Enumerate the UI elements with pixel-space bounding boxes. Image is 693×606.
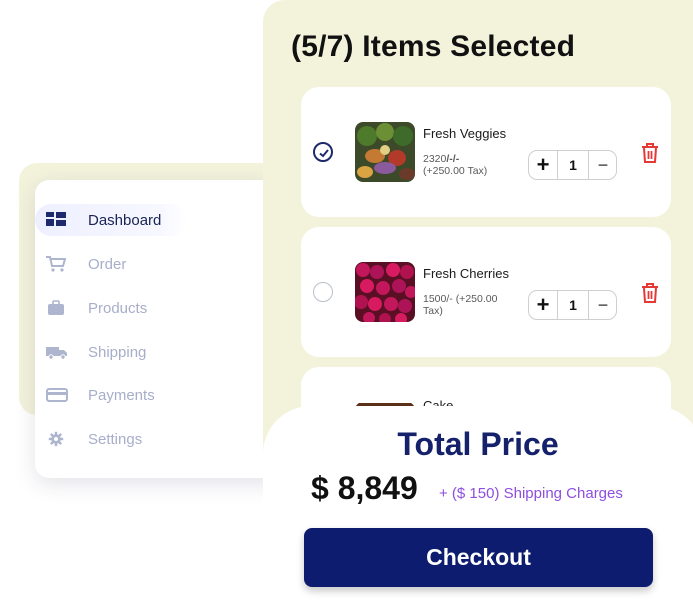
sidebar-item-settings[interactable]: Settings bbox=[35, 423, 195, 455]
increase-quantity-button[interactable]: + bbox=[529, 291, 558, 319]
page-title: (5/7) Items Selected bbox=[291, 30, 576, 63]
cart-item-card: Fresh Veggies 2320/-/- (+250.00 Tax) + 1 … bbox=[301, 87, 671, 217]
checkout-button[interactable]: Checkout bbox=[304, 528, 653, 587]
shipping-charges: + ($ 150) Shipping Charges bbox=[439, 485, 623, 502]
cherries-image bbox=[355, 262, 415, 322]
quantity-stepper: + 1 − bbox=[528, 290, 617, 320]
quantity-value: 1 bbox=[569, 297, 577, 313]
sidebar-item-label: Order bbox=[88, 256, 127, 273]
select-item-checkbox[interactable] bbox=[313, 282, 333, 302]
total-price-heading: Total Price bbox=[397, 426, 559, 462]
cart-item-card: Fresh Cherries 1500/- (+250.00 Tax) + 1 … bbox=[301, 227, 671, 357]
cart-icon bbox=[46, 256, 67, 272]
quantity-stepper: + 1 − bbox=[528, 150, 617, 180]
decrease-quantity-button[interactable]: − bbox=[588, 291, 617, 319]
item-price: 2320/-/- (+250.00 Tax) bbox=[423, 153, 488, 177]
item-name: Fresh Cherries bbox=[423, 266, 509, 281]
quantity-value: 1 bbox=[569, 157, 577, 173]
total-amount: $ 8,849 bbox=[311, 470, 418, 506]
dashboard-icon bbox=[46, 212, 66, 228]
sidebar-item-order[interactable]: Order bbox=[35, 248, 195, 280]
select-item-checkbox[interactable] bbox=[313, 142, 333, 162]
sidebar-item-payments[interactable]: Payments bbox=[35, 379, 195, 411]
briefcase-icon bbox=[46, 300, 66, 316]
delete-item-button[interactable] bbox=[640, 282, 660, 304]
truck-icon bbox=[46, 344, 67, 360]
veggies-image bbox=[355, 122, 415, 182]
sidebar-item-label: Payments bbox=[88, 387, 155, 404]
sidebar-item-shipping[interactable]: Shipping bbox=[35, 336, 195, 368]
item-name: Fresh Veggies bbox=[423, 126, 507, 141]
decrease-quantity-button[interactable]: − bbox=[588, 151, 617, 179]
trash-icon bbox=[642, 143, 658, 163]
delete-item-button[interactable] bbox=[640, 142, 660, 164]
sidebar-item-label: Products bbox=[88, 300, 148, 317]
check-icon bbox=[319, 149, 329, 158]
sidebar-item-label: Dashboard bbox=[88, 212, 162, 229]
item-price: 1500/- (+250.00 Tax) bbox=[423, 293, 498, 317]
sidebar-item-label: Settings bbox=[88, 431, 143, 448]
sidebar-item-products[interactable]: Products bbox=[35, 292, 195, 324]
credit-card-icon bbox=[46, 387, 68, 403]
increase-quantity-button[interactable]: + bbox=[529, 151, 558, 179]
sidebar: Dashboard Order Products Shipping Paymen… bbox=[35, 180, 285, 478]
trash-icon bbox=[642, 283, 658, 303]
sidebar-item-label: Shipping bbox=[88, 344, 147, 361]
sidebar-item-dashboard[interactable]: Dashboard bbox=[35, 204, 187, 236]
gear-icon bbox=[46, 431, 66, 447]
order-summary: Total Price $ 8,849 + ($ 150) Shipping C… bbox=[263, 406, 693, 606]
